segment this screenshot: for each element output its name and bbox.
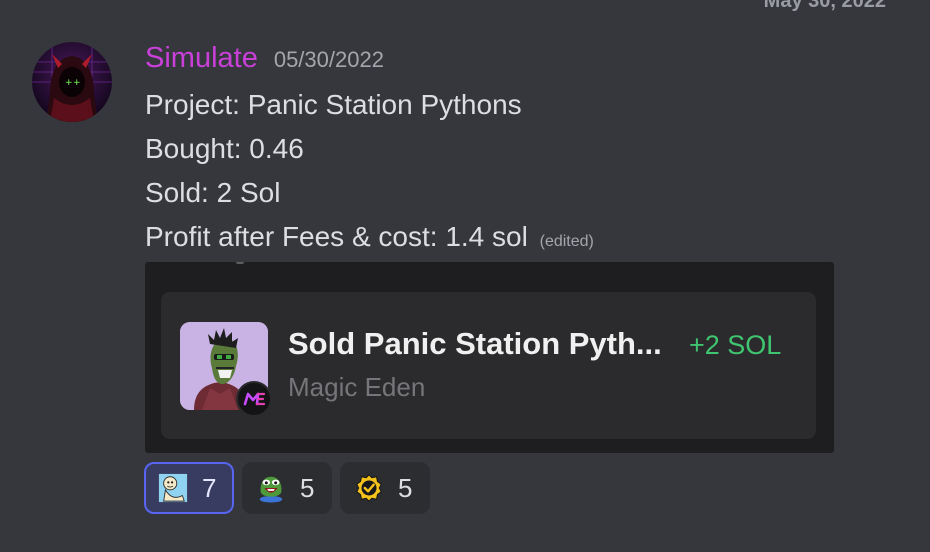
author-username[interactable]: Simulate xyxy=(145,42,258,75)
svg-text:+: + xyxy=(73,78,81,88)
message-header: Simulate 05/30/2022 xyxy=(145,42,384,78)
sale-notification-card: Sold Panic Station Pyth... +2 SOL Magic … xyxy=(161,292,816,439)
message-line-profit-text: Profit after Fees & cost: 1.4 sol xyxy=(145,221,528,252)
sale-amount: +2 SOL xyxy=(689,330,782,360)
message-line-profit: Profit after Fees & cost: 1.4 sol (edite… xyxy=(145,215,594,259)
cartoon-character-emoji-icon xyxy=(158,473,188,503)
message-content: Project: Panic Station Pythons Bought: 0… xyxy=(145,83,594,259)
reaction-count: 5 xyxy=(300,472,315,503)
pepe-frog-emoji-icon xyxy=(259,476,283,503)
edited-label: (edited) xyxy=(539,233,594,250)
attachment-embed[interactable]: Sold Panic Station Pyth... +2 SOL Magic … xyxy=(145,262,834,453)
embed-edge-mark xyxy=(236,262,244,264)
marketplace-name: Magic Eden xyxy=(288,372,426,402)
reaction-verified-check[interactable]: 5 xyxy=(340,462,430,514)
reaction-pepe-frog[interactable]: 5 xyxy=(242,462,332,514)
reaction-cartoon-character[interactable]: 7 xyxy=(144,462,234,514)
sale-title: Sold Panic Station Pyth... xyxy=(288,326,662,361)
reaction-count: 7 xyxy=(202,472,217,503)
reaction-count: 5 xyxy=(398,472,413,503)
date-divider: May 30, 2022 xyxy=(763,0,886,12)
message-line-bought: Bought: 0.46 xyxy=(145,133,304,164)
svg-text:+: + xyxy=(65,78,73,88)
message-line-project: Project: Panic Station Pythons xyxy=(145,89,522,120)
avatar[interactable]: + + xyxy=(32,42,112,122)
verified-check-emoji-icon xyxy=(356,474,382,502)
magic-eden-badge xyxy=(236,381,272,417)
hooded-demon-avatar-icon: + + xyxy=(32,42,112,122)
message-timestamp[interactable]: 05/30/2022 xyxy=(274,47,384,73)
message-line-sold: Sold: 2 Sol xyxy=(145,177,281,208)
magic-eden-logo-icon xyxy=(243,392,266,406)
reactions-bar: 7 5 5 xyxy=(144,462,430,514)
discord-message-view: May 30, 2022 + + Simulate 05/30/2022 Pro… xyxy=(0,0,930,552)
